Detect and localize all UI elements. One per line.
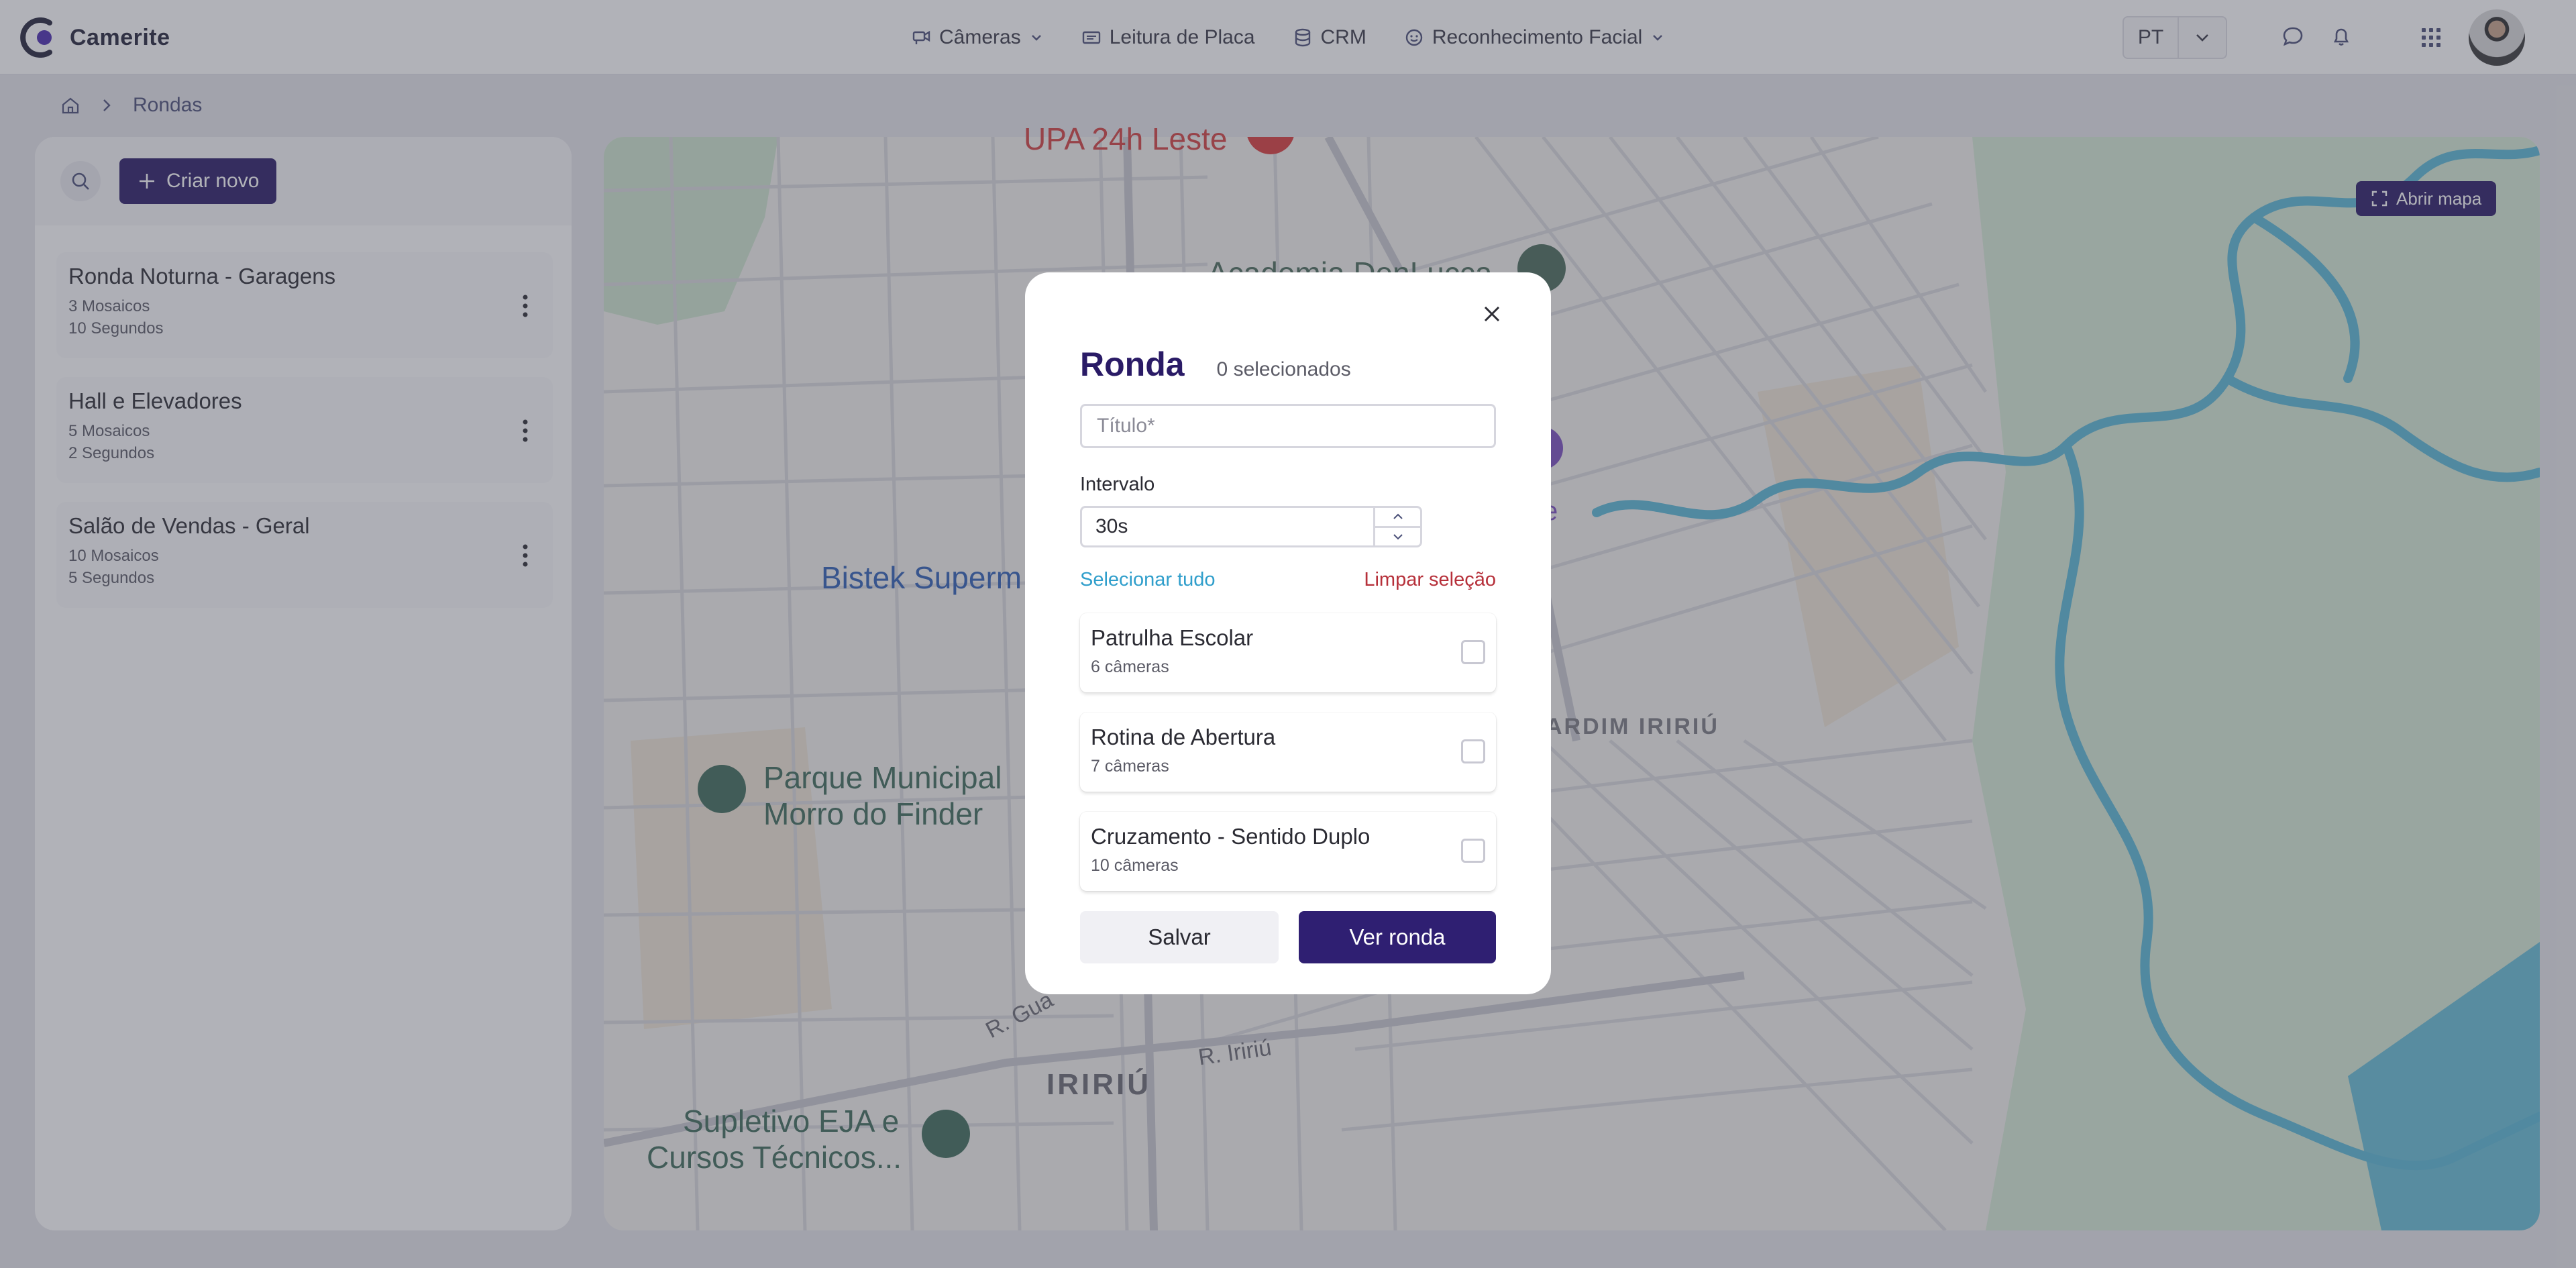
selected-count: 0 selecionados [1216,358,1351,380]
increment-button[interactable] [1375,508,1420,528]
interval-stepper[interactable]: 30s [1080,506,1422,547]
option-checkbox[interactable] [1461,839,1485,863]
option-camera-count: 7 câmeras [1091,757,1169,776]
mosaic-option[interactable]: Patrulha Escolar 6 câmeras [1080,613,1496,692]
round-modal: Ronda 0 selecionados Intervalo 30s Selec… [1025,272,1551,994]
modal-header: Ronda 0 selecionados [1080,345,1351,384]
option-name: Cruzamento - Sentido Duplo [1091,824,1371,849]
title-input[interactable] [1080,404,1496,448]
view-round-button[interactable]: Ver ronda [1299,911,1496,963]
option-name: Rotina de Abertura [1091,725,1276,749]
modal-title: Ronda [1080,346,1185,383]
interval-value[interactable]: 30s [1082,508,1373,545]
save-button[interactable]: Salvar [1080,911,1279,963]
decrement-button[interactable] [1375,528,1420,546]
stepper-controls [1373,508,1420,545]
mosaic-option[interactable]: Cruzamento - Sentido Duplo 10 câmeras [1080,812,1496,891]
chevron-down-icon [1393,534,1403,540]
select-all-link[interactable]: Selecionar tudo [1080,569,1216,591]
option-camera-count: 6 câmeras [1091,657,1169,676]
close-icon[interactable] [1480,302,1504,326]
option-checkbox[interactable] [1461,640,1485,664]
option-name: Patrulha Escolar [1091,625,1254,650]
interval-label: Intervalo [1080,474,1155,495]
clear-selection-link[interactable]: Limpar seleção [1364,569,1496,591]
mosaic-option[interactable]: Rotina de Abertura 7 câmeras [1080,712,1496,792]
option-camera-count: 10 câmeras [1091,856,1179,875]
chevron-up-icon [1393,513,1403,519]
option-checkbox[interactable] [1461,739,1485,763]
